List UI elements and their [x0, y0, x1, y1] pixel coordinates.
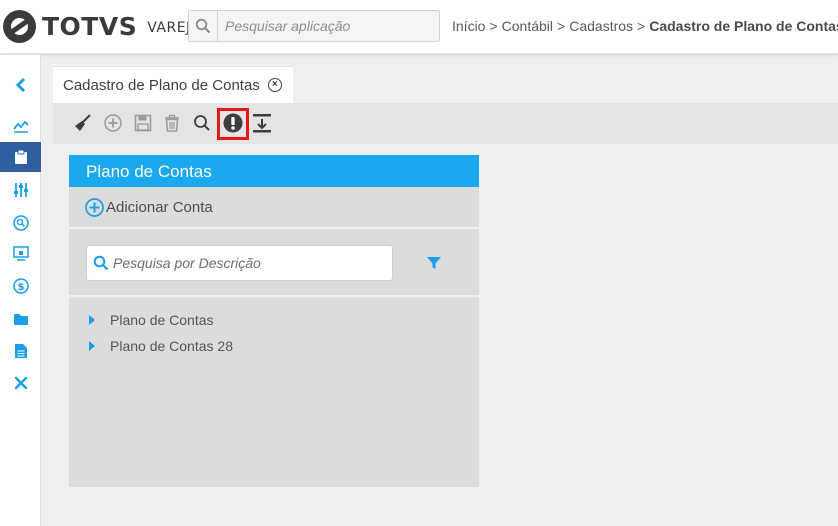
filter-icon [427, 257, 441, 269]
description-search [86, 245, 393, 281]
panel-title: Plano de Contas [86, 162, 212, 181]
tree-item-label: Plano de Contas [110, 312, 214, 328]
sidebar-collapse-button[interactable] [0, 70, 41, 100]
sidebar-item-arquivos[interactable] [0, 304, 41, 334]
trash-icon [165, 114, 179, 132]
search-icon[interactable] [189, 11, 218, 41]
clear-button[interactable] [71, 111, 95, 135]
panel-header: Plano de Contas [69, 155, 479, 187]
breadcrumb: Início > Contábil > Cadastros > Cadastro de Pl… [452, 18, 838, 34]
tab-title: Cadastro de Plano de Contas [63, 76, 260, 94]
tree-item[interactable]: Plano de Contas 28 [89, 337, 233, 355]
breadcrumb-separator: > [637, 18, 646, 34]
download-tray-icon [253, 114, 271, 133]
monitor-lock-icon [12, 246, 29, 261]
tab-strip: Cadastro de Plano de Contas × [53, 66, 838, 103]
add-account-button[interactable]: Adicionar Conta [69, 187, 479, 229]
caret-right-icon[interactable] [89, 315, 95, 325]
filter-bar [69, 231, 479, 297]
totvs-logo[interactable]: TOTVS VAREJO [3, 9, 202, 43]
sidebar-item-documentos[interactable] [0, 336, 41, 366]
sidebar-item-dashboard[interactable] [0, 111, 41, 141]
tools-icon [14, 376, 27, 390]
export-button[interactable] [250, 111, 274, 135]
breadcrumb-item-cadastros[interactable]: Cadastros [569, 18, 633, 34]
sidebar-item-consulta[interactable] [0, 208, 41, 238]
app-header: TOTVS VAREJO Início>Contábil>Cadastros>C… [0, 0, 838, 54]
description-search-input[interactable] [113, 255, 383, 271]
breadcrumb-item-contabil[interactable]: Contábil [502, 18, 553, 34]
sidebar: $ [0, 55, 41, 526]
search-icon [194, 115, 210, 131]
tab-cadastro-plano-de-contas[interactable]: Cadastro de Plano de Contas × [53, 66, 293, 103]
exclamation-circle-icon [223, 113, 243, 133]
sidebar-item-financeiro[interactable]: $ [0, 271, 41, 301]
breadcrumb-separator: > [557, 18, 566, 34]
folder-icon [13, 314, 28, 325]
sidebar-item-cadastros[interactable] [0, 142, 41, 172]
sidebar-item-seguranca[interactable] [0, 239, 41, 269]
breadcrumb-current: Cadastro de Plano de Contas [649, 18, 838, 34]
add-circle-icon [104, 114, 122, 132]
breadcrumb-separator: > [489, 18, 498, 34]
chevron-left-icon [15, 77, 25, 93]
filter-button[interactable] [426, 255, 442, 271]
account-tree: Plano de Contas Plano de Contas 28 [69, 299, 479, 487]
chart-line-icon [12, 120, 29, 133]
search-button[interactable] [190, 111, 214, 135]
breadcrumb-item-inicio[interactable]: Início [452, 18, 485, 34]
save-button[interactable] [131, 111, 155, 135]
tree-item-label: Plano de Contas 28 [110, 338, 233, 354]
dollar-circle-icon: $ [12, 278, 29, 294]
add-account-label: Adicionar Conta [106, 198, 213, 216]
toolbar [53, 103, 838, 144]
search-icon [93, 255, 109, 271]
add-button[interactable] [101, 111, 125, 135]
tree-item[interactable]: Plano de Contas [89, 311, 214, 329]
sidebar-item-ferramentas[interactable] [0, 368, 41, 398]
delete-button[interactable] [160, 111, 184, 135]
close-icon[interactable]: × [267, 78, 282, 92]
search-circle-icon [12, 215, 29, 231]
svg-text:$: $ [17, 282, 24, 293]
brand-name: TOTVS [42, 11, 138, 41]
app-search [188, 10, 440, 42]
save-icon [134, 114, 152, 132]
add-circle-icon [85, 197, 104, 217]
broom-icon [75, 114, 91, 131]
clipboard-icon [14, 149, 27, 164]
sliders-icon [13, 183, 28, 197]
document-icon [14, 344, 27, 358]
plano-de-contas-panel: Plano de Contas Adicionar Conta Plano de… [69, 155, 479, 487]
sidebar-item-settings[interactable] [0, 175, 41, 205]
alert-button[interactable] [221, 111, 245, 135]
caret-right-icon[interactable] [89, 341, 95, 351]
totvs-logo-mark [3, 9, 36, 43]
search-input[interactable] [218, 18, 433, 34]
